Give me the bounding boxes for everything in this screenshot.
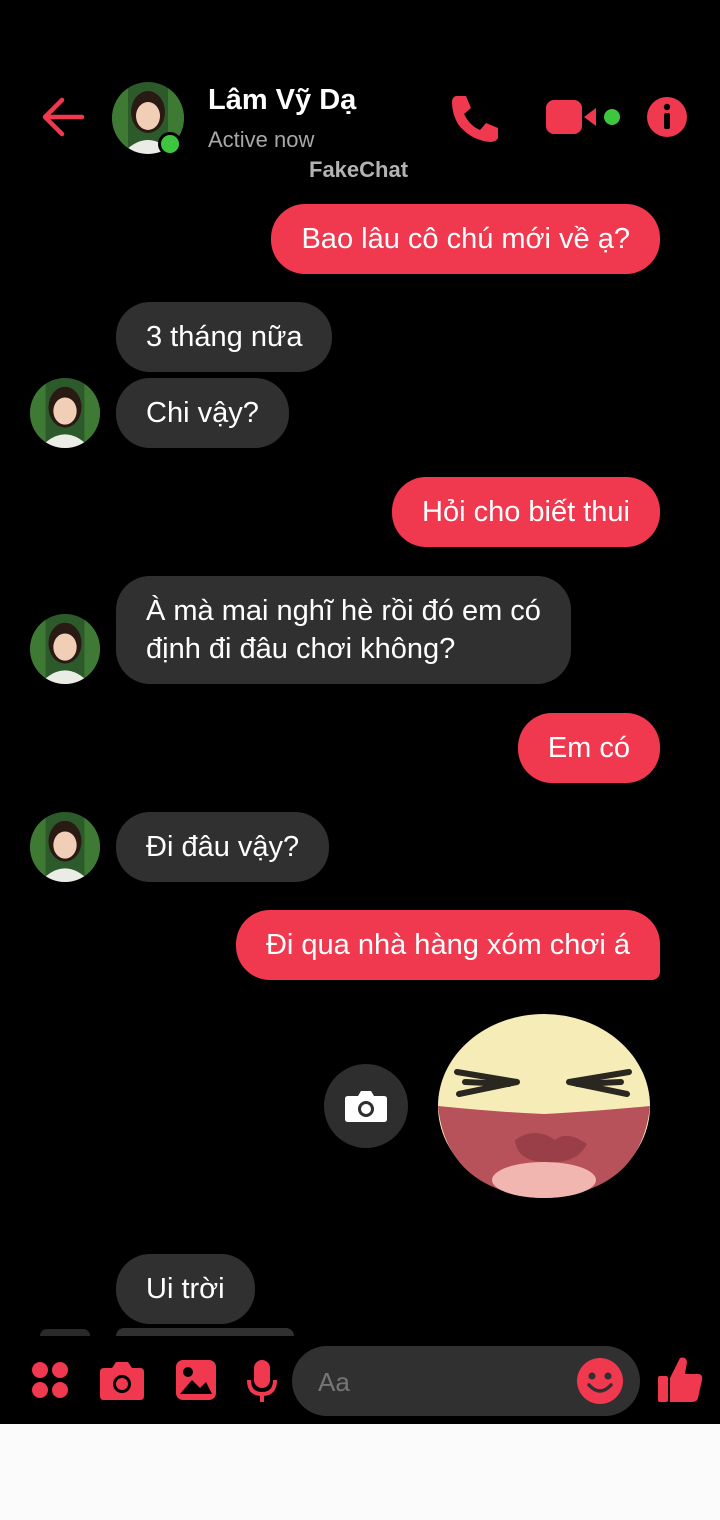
contact-avatar-small[interactable] bbox=[30, 614, 100, 684]
message-peek bbox=[116, 1328, 294, 1336]
outgoing-message[interactable]: Bao lâu cô chú mới về ạ? bbox=[271, 204, 660, 274]
camera-icon bbox=[345, 1091, 387, 1122]
camera-icon[interactable] bbox=[98, 1358, 146, 1402]
contact-avatar-small[interactable] bbox=[30, 378, 100, 448]
outgoing-message[interactable]: Em có bbox=[517, 713, 660, 783]
incoming-message[interactable]: Đi đâu vậy? bbox=[116, 812, 330, 882]
back-arrow-icon[interactable] bbox=[38, 92, 88, 142]
apps-grid-icon[interactable] bbox=[30, 1360, 70, 1400]
contact-avatar-small[interactable] bbox=[30, 812, 100, 882]
message-line: À mà mai nghĩ hè rồi đó em có bbox=[146, 595, 541, 627]
video-camera-icon[interactable] bbox=[544, 98, 626, 138]
watermark: FakeChat bbox=[309, 157, 409, 182]
contact-name[interactable]: Lâm Vỹ Dạ bbox=[208, 84, 356, 117]
emoji-icon[interactable] bbox=[576, 1357, 624, 1405]
phone-icon[interactable] bbox=[448, 92, 502, 144]
incoming-message[interactable]: À mà mai nghĩ hè rồi đó em có định đi đâ… bbox=[116, 576, 571, 684]
info-icon[interactable] bbox=[646, 96, 688, 138]
outgoing-message[interactable]: Hỏi cho biết thui bbox=[392, 477, 660, 547]
laughing-sticker[interactable] bbox=[437, 1012, 651, 1200]
outgoing-message[interactable]: Đi qua nhà hàng xóm chơi á bbox=[235, 910, 660, 980]
gallery-icon[interactable] bbox=[174, 1358, 218, 1402]
message-input-container[interactable] bbox=[292, 1346, 640, 1416]
incoming-message[interactable]: Ui trời bbox=[116, 1254, 255, 1324]
thumbs-up-icon[interactable] bbox=[656, 1354, 704, 1404]
active-status: Active now bbox=[208, 127, 315, 152]
system-navigation-area bbox=[0, 1424, 720, 1520]
microphone-icon[interactable] bbox=[246, 1358, 278, 1404]
camera-button[interactable] bbox=[324, 1064, 408, 1148]
avatar-peek bbox=[40, 1329, 90, 1336]
incoming-message[interactable]: 3 tháng nữa bbox=[116, 302, 333, 372]
online-status-dot bbox=[158, 132, 182, 156]
incoming-message[interactable]: Chi vậy? bbox=[116, 378, 289, 448]
message-input[interactable] bbox=[316, 1366, 540, 1399]
message-line: định đi đâu chơi không? bbox=[146, 633, 456, 665]
